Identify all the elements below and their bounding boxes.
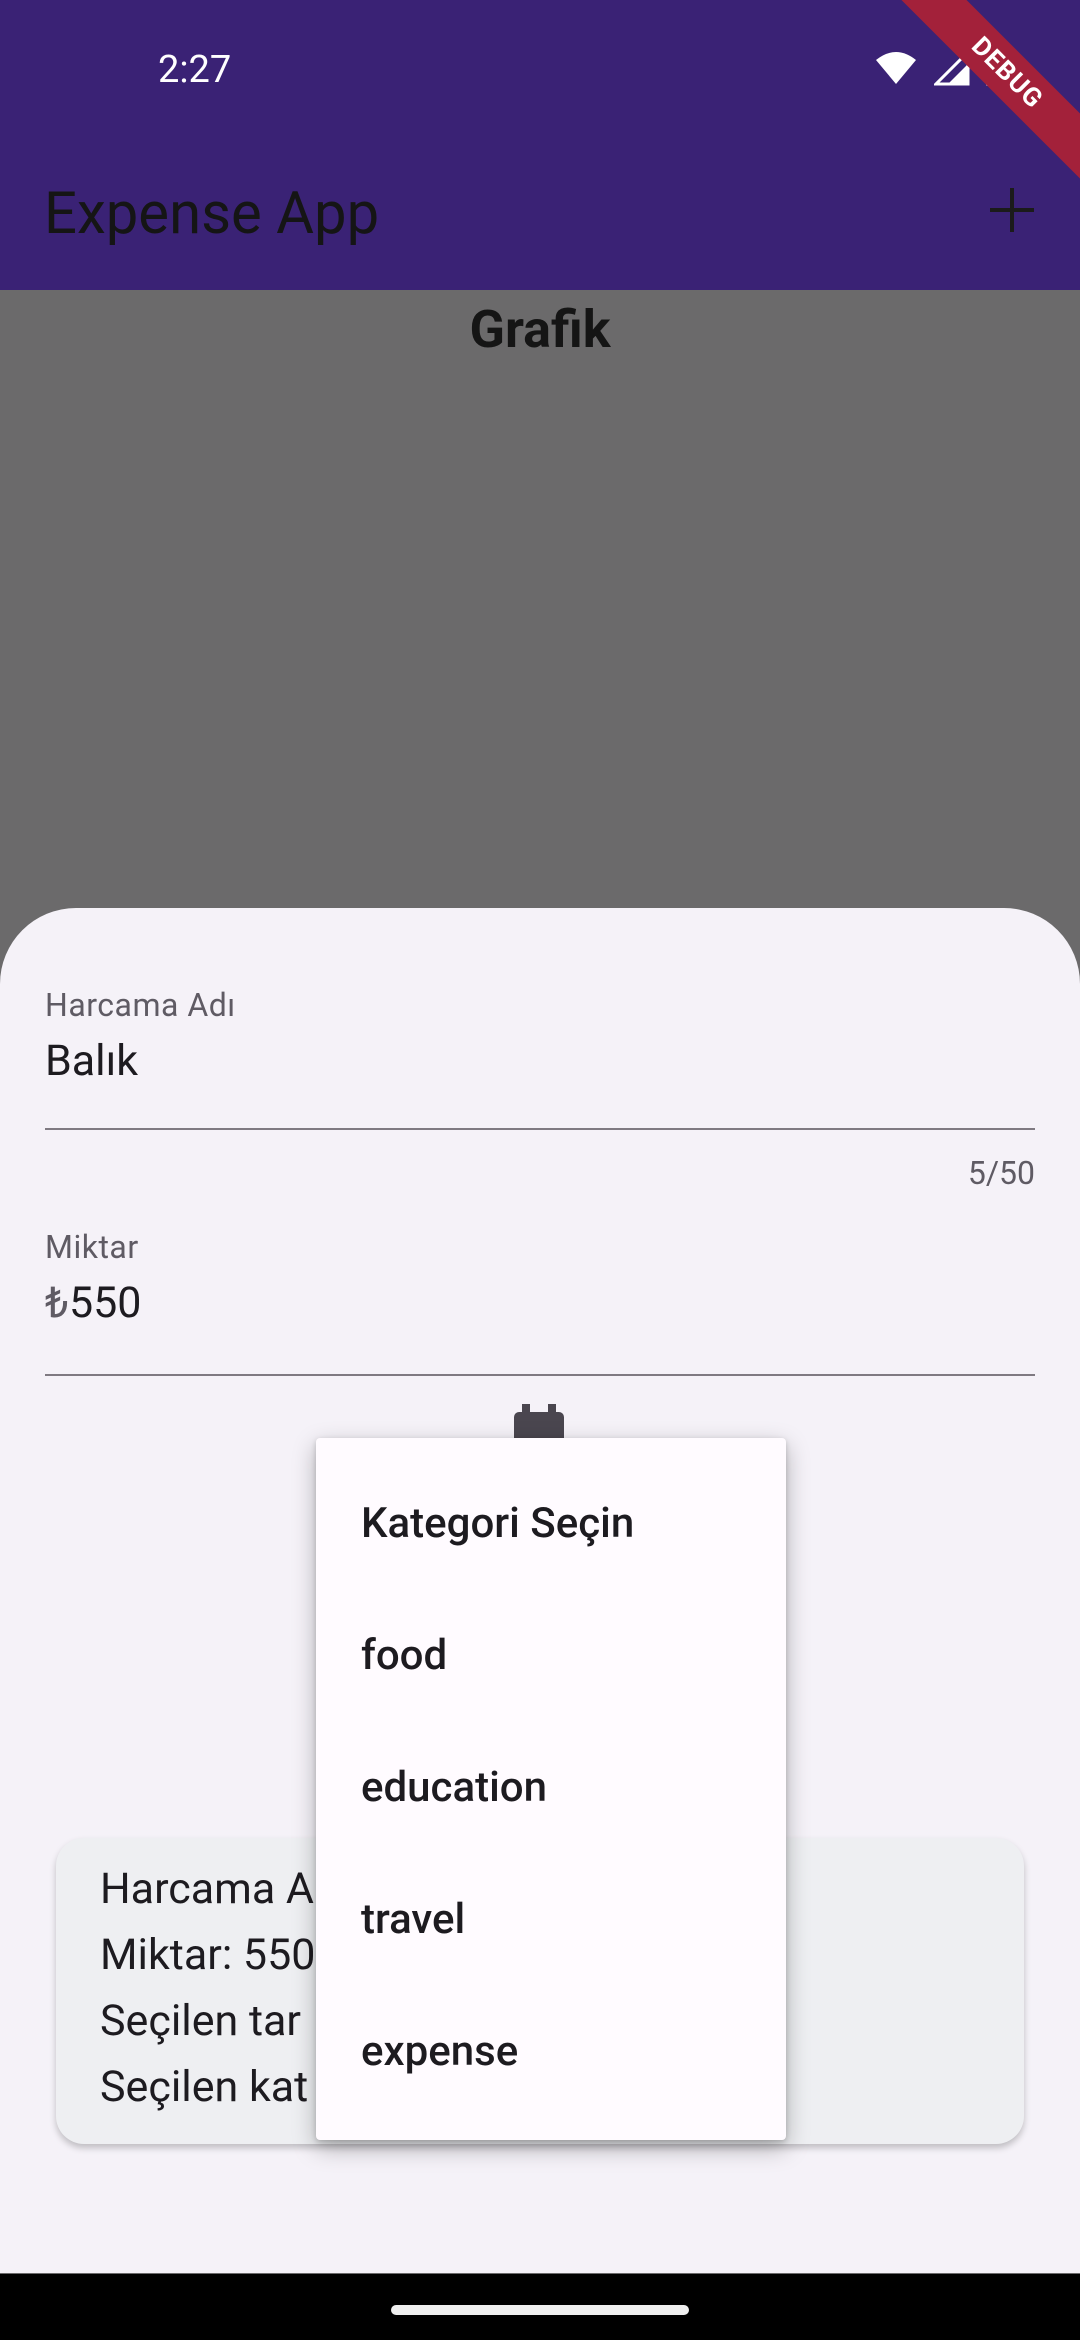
amount-underline: [45, 1374, 1035, 1376]
expense-name-label: Harcama Adı: [45, 986, 236, 1024]
summary-name: Harcama A: [100, 1864, 314, 1914]
summary-category: Seçilen kat: [100, 2062, 309, 2112]
chart-title: Grafik: [469, 299, 611, 360]
wifi-icon: [876, 52, 916, 84]
add-icon[interactable]: [980, 178, 1044, 242]
menu-item-education[interactable]: education: [316, 1722, 786, 1854]
expense-name-counter: 5/50: [967, 1154, 1035, 1192]
menu-item-food[interactable]: food: [316, 1590, 786, 1722]
summary-date: Seçilen tar: [100, 1996, 301, 2046]
menu-item-expense[interactable]: expense: [316, 1986, 786, 2118]
summary-amount: Miktar: 550: [100, 1930, 316, 1980]
currency-prefix: ₺: [45, 1278, 69, 1328]
app-title: Expense App: [44, 180, 380, 248]
expense-name-input[interactable]: Balık: [45, 1036, 138, 1086]
home-indicator[interactable]: [391, 2305, 689, 2315]
status-bar: 2:27: [0, 0, 1080, 140]
amount-label: Miktar: [45, 1228, 139, 1266]
status-time: 2:27: [158, 48, 232, 92]
app-bar: Expense App: [0, 140, 1080, 290]
amount-field[interactable]: ₺550: [45, 1278, 141, 1328]
menu-item-travel[interactable]: travel: [316, 1854, 786, 1986]
expense-name-underline: [45, 1128, 1035, 1130]
category-dropdown-menu: Kategori Seçin food education travel exp…: [316, 1438, 786, 2140]
menu-item-select-category[interactable]: Kategori Seçin: [316, 1458, 786, 1590]
amount-value: 550: [68, 1278, 142, 1328]
